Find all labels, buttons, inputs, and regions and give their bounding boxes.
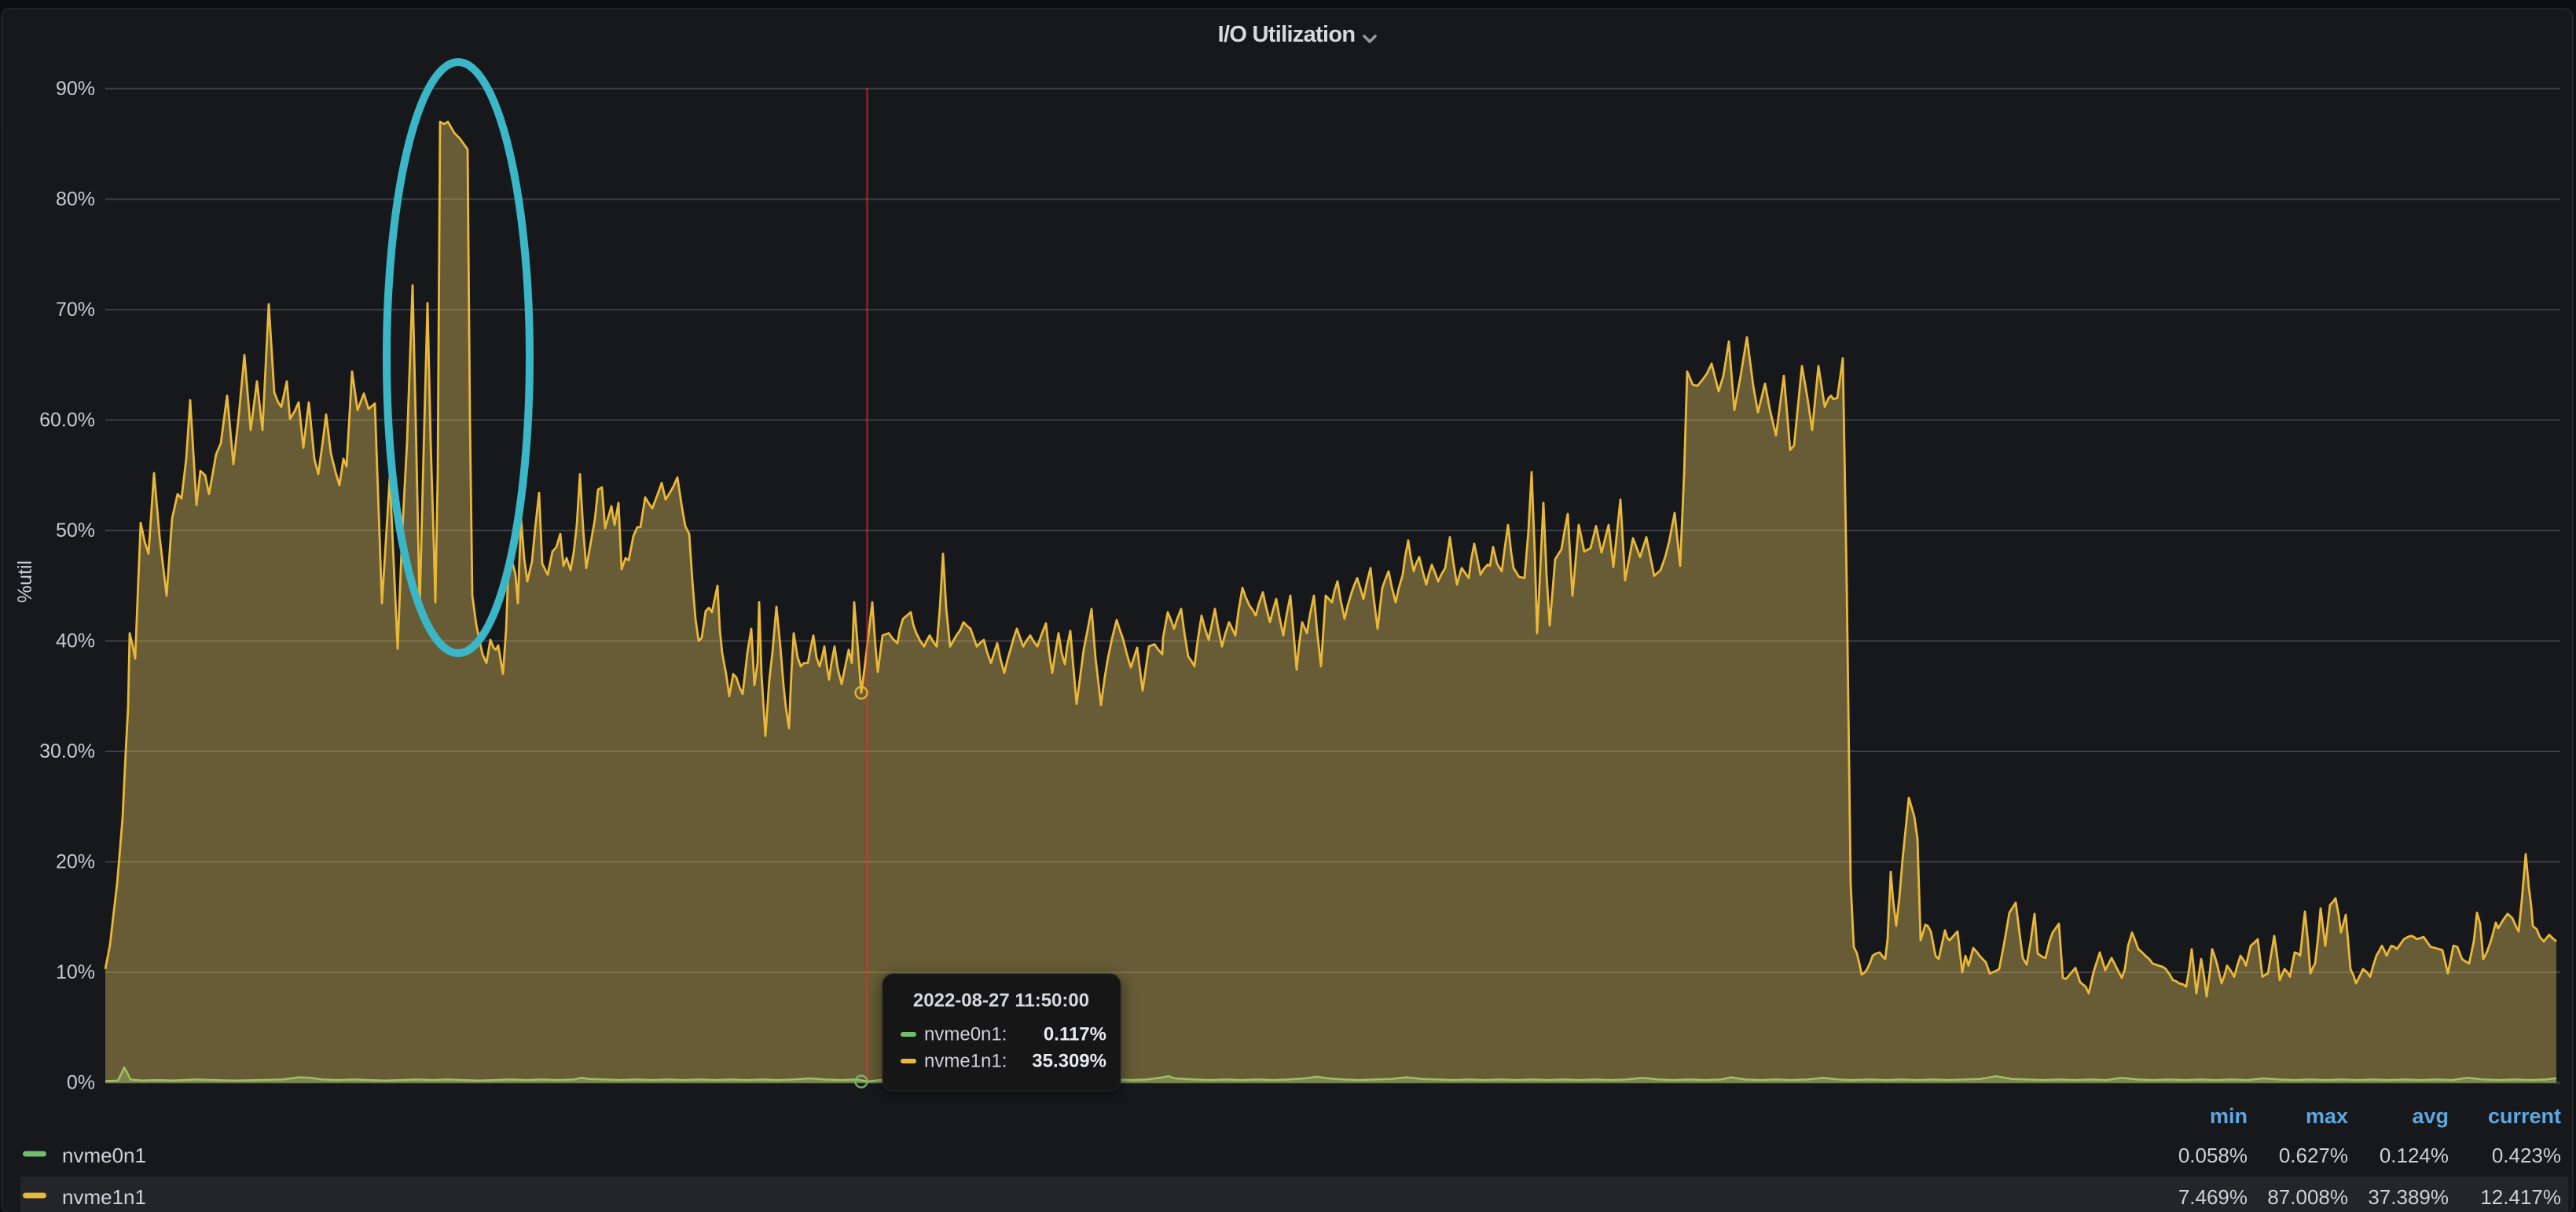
svg-text:2022-08-27 11:50:00: 2022-08-27 11:50:00 bbox=[913, 990, 1089, 1012]
svg-text:0%: 0% bbox=[67, 1072, 95, 1094]
svg-text:80%: 80% bbox=[56, 188, 95, 210]
svg-text:87.008%: 87.008% bbox=[2267, 1185, 2348, 1209]
svg-text:10%: 10% bbox=[56, 961, 95, 983]
svg-text:nvme1n1:: nvme1n1: bbox=[924, 1051, 1007, 1072]
svg-text:max: max bbox=[2306, 1104, 2348, 1128]
svg-text:%util: %util bbox=[14, 560, 36, 603]
svg-text:50%: 50% bbox=[56, 520, 95, 542]
svg-text:40%: 40% bbox=[56, 630, 95, 652]
svg-text:30.0%: 30.0% bbox=[39, 740, 95, 762]
svg-text:nvme0n1: nvme0n1 bbox=[62, 1144, 146, 1167]
svg-text:37.389%: 37.389% bbox=[2368, 1185, 2449, 1209]
svg-text:0.124%: 0.124% bbox=[2380, 1144, 2449, 1167]
svg-text:90%: 90% bbox=[56, 78, 95, 100]
svg-text:35.309%: 35.309% bbox=[1032, 1051, 1106, 1072]
svg-text:current: current bbox=[2488, 1104, 2561, 1128]
svg-text:0.058%: 0.058% bbox=[2178, 1144, 2248, 1167]
svg-text:12.417%: 12.417% bbox=[2480, 1185, 2561, 1209]
svg-text:nvme1n1: nvme1n1 bbox=[62, 1185, 146, 1209]
svg-text:I/O Utilization: I/O Utilization bbox=[1218, 22, 1356, 47]
svg-text:20%: 20% bbox=[56, 851, 95, 873]
svg-text:avg: avg bbox=[2412, 1104, 2449, 1128]
svg-text:0.117%: 0.117% bbox=[1044, 1024, 1106, 1045]
svg-text:70%: 70% bbox=[56, 299, 95, 321]
svg-text:min: min bbox=[2210, 1104, 2248, 1128]
svg-text:0.627%: 0.627% bbox=[2279, 1144, 2348, 1167]
svg-text:60.0%: 60.0% bbox=[39, 409, 95, 431]
svg-text:0.423%: 0.423% bbox=[2492, 1144, 2561, 1167]
svg-text:nvme0n1:: nvme0n1: bbox=[924, 1024, 1007, 1045]
svg-text:7.469%: 7.469% bbox=[2178, 1185, 2248, 1209]
